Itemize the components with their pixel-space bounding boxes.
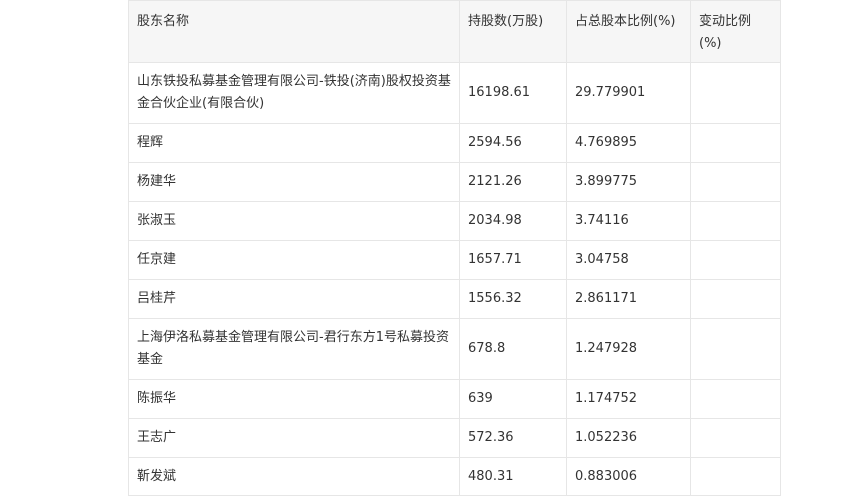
- cell-change: [690, 162, 781, 202]
- cell-change: [690, 279, 781, 319]
- cell-change: [690, 123, 781, 163]
- table-row: 任京建 1657.71 3.04758: [128, 240, 781, 280]
- header-shareholder-name: 股东名称: [128, 0, 460, 63]
- cell-change: [690, 457, 781, 496]
- cell-shares: 2594.56: [459, 123, 567, 163]
- table-row: 山东铁投私募基金管理有限公司-铁投(济南)股权投资基金合伙企业(有限合伙) 16…: [128, 62, 781, 124]
- table-row: 张淑玉 2034.98 3.74116: [128, 201, 781, 241]
- cell-shares: 2034.98: [459, 201, 567, 241]
- cell-ratio: 3.74116: [566, 201, 691, 241]
- cell-name: 靳发斌: [128, 457, 460, 496]
- cell-shares: 2121.26: [459, 162, 567, 202]
- cell-ratio: 3.04758: [566, 240, 691, 280]
- cell-name: 张淑玉: [128, 201, 460, 241]
- header-shares: 持股数(万股): [459, 0, 567, 63]
- cell-name: 程辉: [128, 123, 460, 163]
- table-row: 上海伊洛私募基金管理有限公司-君行东方1号私募投资基金 678.8 1.2479…: [128, 318, 781, 380]
- cell-change: [690, 201, 781, 241]
- table-row: 吕桂芹 1556.32 2.861171: [128, 279, 781, 319]
- header-ratio: 占总股本比例(%): [566, 0, 691, 63]
- cell-name: 上海伊洛私募基金管理有限公司-君行东方1号私募投资基金: [128, 318, 460, 380]
- cell-shares: 16198.61: [459, 62, 567, 124]
- table-header-row: 股东名称 持股数(万股) 占总股本比例(%) 变动比例(%): [128, 0, 781, 63]
- cell-change: [690, 318, 781, 380]
- table-row: 程辉 2594.56 4.769895: [128, 123, 781, 163]
- cell-name: 杨建华: [128, 162, 460, 202]
- cell-name: 任京建: [128, 240, 460, 280]
- cell-ratio: 4.769895: [566, 123, 691, 163]
- cell-shares: 1657.71: [459, 240, 567, 280]
- cell-ratio: 3.899775: [566, 162, 691, 202]
- table-row: 杨建华 2121.26 3.899775: [128, 162, 781, 202]
- table-row: 陈振华 639 1.174752: [128, 379, 781, 419]
- cell-name: 陈振华: [128, 379, 460, 419]
- cell-change: [690, 379, 781, 419]
- cell-name: 吕桂芹: [128, 279, 460, 319]
- cell-change: [690, 62, 781, 124]
- cell-ratio: 0.883006: [566, 457, 691, 496]
- table-row: 靳发斌 480.31 0.883006: [128, 457, 781, 496]
- cell-shares: 678.8: [459, 318, 567, 380]
- cell-ratio: 1.052236: [566, 418, 691, 458]
- cell-change: [690, 240, 781, 280]
- cell-name: 王志广: [128, 418, 460, 458]
- cell-shares: 480.31: [459, 457, 567, 496]
- shareholder-table: 股东名称 持股数(万股) 占总股本比例(%) 变动比例(%) 山东铁投私募基金管…: [128, 0, 781, 496]
- header-change: 变动比例(%): [690, 0, 781, 63]
- cell-shares: 639: [459, 379, 567, 419]
- cell-shares: 572.36: [459, 418, 567, 458]
- cell-change: [690, 418, 781, 458]
- cell-ratio: 1.174752: [566, 379, 691, 419]
- table-row: 王志广 572.36 1.052236: [128, 418, 781, 458]
- cell-name: 山东铁投私募基金管理有限公司-铁投(济南)股权投资基金合伙企业(有限合伙): [128, 62, 460, 124]
- cell-shares: 1556.32: [459, 279, 567, 319]
- cell-ratio: 29.779901: [566, 62, 691, 124]
- cell-ratio: 2.861171: [566, 279, 691, 319]
- cell-ratio: 1.247928: [566, 318, 691, 380]
